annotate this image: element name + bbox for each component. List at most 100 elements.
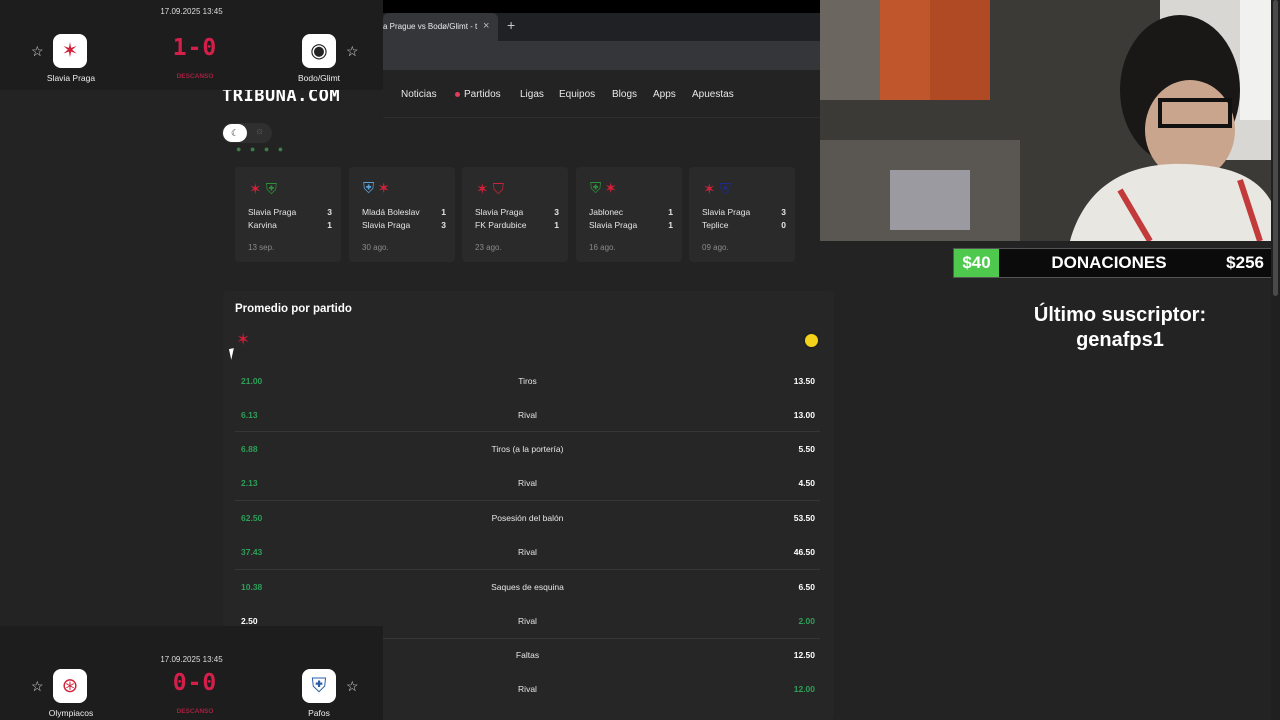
home-team: Slavia Praga	[248, 207, 297, 217]
boleslav-crest-icon: ⛨	[363, 180, 375, 197]
stat-separator	[235, 431, 820, 432]
pardubice-crest-icon: ⛉	[492, 181, 505, 198]
away-team: Teplice	[702, 220, 729, 230]
stat-separator	[235, 500, 820, 501]
nav-partidos-label: Partidos	[464, 89, 501, 100]
nav-ligas[interactable]: Ligas	[520, 89, 544, 100]
stats-title: Promedio por partido	[235, 303, 352, 315]
match-date: 09 ago.	[702, 243, 729, 252]
match-home-row: Slavia Praga 3	[248, 207, 332, 217]
jablonec-crest-icon: ⛨	[590, 180, 602, 197]
active-dot-icon	[455, 91, 460, 97]
mouse-cursor-icon	[228, 347, 242, 360]
match-date: 13 sep.	[248, 243, 275, 252]
match-home-row: Slavia Praga 3	[702, 207, 786, 217]
slavia-crest-icon: ✶	[378, 180, 389, 197]
match-date: 23 ago.	[475, 243, 502, 252]
away-team-name: Pafos	[308, 708, 330, 718]
away-score: 0	[781, 220, 786, 230]
recent-match-card[interactable]: ⛨ ✶ Jablonec 1 Slavia Praga 1 16 ago.	[576, 167, 682, 262]
home-score: 1	[441, 207, 446, 217]
stat-label: Posesión del balón	[491, 513, 564, 523]
recent-match-card[interactable]: ✶ ⛨ Slavia Praga 3 Karvina 1 13 sep.	[235, 167, 341, 262]
scoreboard-top: 17.09.2025 13:45 ☆ ✶ Slavia Praga 1-0 DE…	[0, 0, 383, 90]
away-team-name: Bodo/Glimt	[297, 73, 341, 83]
stat-away-value: 2.00	[798, 616, 815, 626]
last-subscriber-label: Último suscriptor:	[1033, 304, 1207, 326]
match-away-row: Slavia Praga 3	[362, 220, 446, 230]
donation-title: DONACIONES	[1051, 253, 1167, 272]
stat-separator	[235, 569, 820, 570]
stat-away-value: 46.50	[793, 547, 815, 557]
theme-toggle[interactable]: ☾ ☼	[222, 123, 272, 143]
stat-label: Tiros (a la portería)	[491, 444, 564, 454]
slavia-crest-icon: ✶	[249, 181, 262, 198]
recent-match-card[interactable]: ✶ ⛉ Slavia Praga 3 FK Pardubice 1 23 ago.	[462, 167, 568, 262]
last-subscriber: Último suscriptor: genafps1	[960, 303, 1280, 353]
match-crests: ✶ ⛨	[249, 180, 277, 198]
match-date: 30 ago.	[362, 243, 389, 252]
away-score: 3	[441, 220, 446, 230]
page-scrollbar[interactable]	[1271, 0, 1280, 720]
match-date: 16 ago.	[589, 243, 616, 252]
stat-row: 37.43 Rival 46.50	[235, 547, 820, 563]
home-team: Mladá Boleslav	[362, 207, 420, 217]
stat-away-value: 13.00	[793, 410, 815, 420]
nav-partidos[interactable]: Partidos	[455, 89, 501, 100]
stat-row: 2.13 Rival 4.50	[235, 478, 820, 494]
match-away-row: Slavia Praga 1	[589, 220, 673, 230]
home-score: 1	[668, 207, 673, 217]
bodo-glimt-crest-icon	[803, 332, 820, 349]
home-team: Slavia Praga	[702, 207, 751, 217]
form-dots-icon: ● ● ● ●	[236, 144, 287, 154]
scoreboard-bottom: 17.09.2025 13:45 ☆ ⊛ Olympiacos 0-0 DESC…	[0, 626, 383, 720]
stat-label: Rival	[518, 547, 537, 557]
scrollbar-thumb[interactable]	[1273, 0, 1278, 296]
recent-match-card[interactable]: ⛨ ✶ Mladá Boleslav 1 Slavia Praga 3 30 ago…	[349, 167, 455, 262]
last-subscriber-name: genafps1	[1076, 329, 1164, 351]
nav-apps[interactable]: Apps	[653, 89, 676, 100]
favorite-star-icon[interactable]: ☆	[346, 678, 359, 695]
donation-total: $256	[1226, 253, 1264, 272]
teplice-crest-icon: ⛨	[719, 181, 732, 198]
tab-title: a Prague vs Bodø/Glimt - t	[383, 22, 478, 31]
new-tab-icon[interactable]: +	[507, 17, 515, 33]
away-score: 1	[327, 220, 332, 230]
webcam-feed	[820, 0, 1280, 241]
stat-away-value: 4.50	[798, 478, 815, 488]
match-datetime: 17.09.2025 13:45	[160, 7, 223, 16]
favorite-star-icon[interactable]: ☆	[346, 43, 359, 60]
home-score: 3	[781, 207, 786, 217]
address-bar[interactable]	[383, 41, 820, 70]
close-icon[interactable]: ×	[483, 20, 489, 32]
stat-row: 6.88 Tiros (a la portería) 5.50	[235, 444, 820, 460]
nav-apuestas[interactable]: Apuestas	[692, 89, 734, 100]
stat-away-value: 13.50	[793, 376, 815, 386]
away-score: 1	[668, 220, 673, 230]
match-crests: ✶ ⛉	[476, 180, 504, 198]
browser-top-strip	[383, 0, 820, 13]
stat-row: 62.50 Posesión del balón 53.50	[235, 513, 820, 529]
browser-tab[interactable]: a Prague vs Bodø/Glimt - t ×	[383, 13, 498, 41]
match-home-row: Mladá Boleslav 1	[362, 207, 446, 217]
donation-last: $40	[954, 249, 999, 277]
nav-blogs[interactable]: Blogs	[612, 89, 637, 100]
webcam-scene	[820, 0, 1280, 241]
away-team: Slavia Praga	[589, 220, 638, 230]
recent-match-card[interactable]: ✶ ⛨ Slavia Praga 3 Teplice 0 09 ago.	[689, 167, 795, 262]
karvina-crest-icon: ⛨	[265, 181, 278, 198]
bodo-glimt-crest-icon: ◉	[302, 34, 336, 68]
match-crests: ✶ ⛨	[703, 180, 731, 198]
match-home-row: Slavia Praga 3	[475, 207, 559, 217]
match-home-row: Jablonec 1	[589, 207, 673, 217]
stat-row: 21.00 Tiros 13.50	[235, 376, 820, 392]
sun-icon[interactable]: ☼	[255, 126, 264, 137]
stat-row: 10.38 Saques de esquina 6.50	[235, 582, 820, 598]
nav-equipos[interactable]: Equipos	[559, 89, 595, 100]
home-score: 3	[554, 207, 559, 217]
away-team: Slavia Praga	[362, 220, 411, 230]
moon-icon[interactable]: ☾	[223, 124, 247, 142]
slavia-crest-icon: ✶	[476, 181, 489, 198]
home-score: 3	[327, 207, 332, 217]
nav-noticias[interactable]: Noticias	[401, 89, 437, 100]
